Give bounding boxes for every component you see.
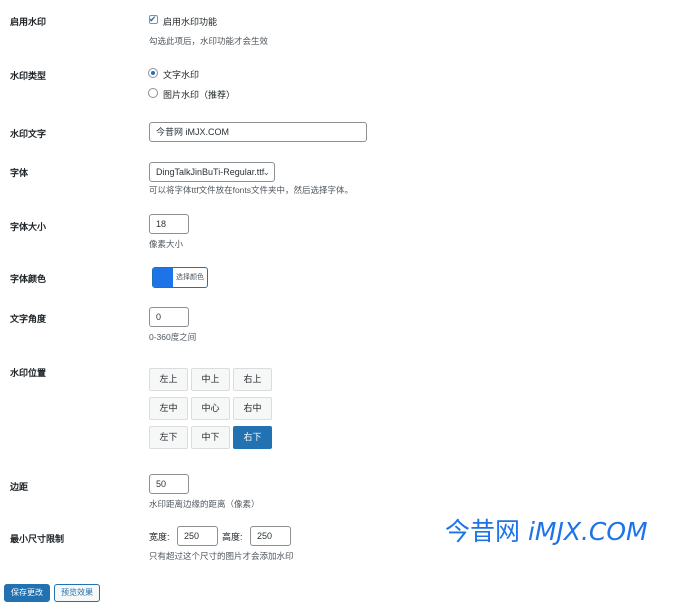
position-bottom-center[interactable]: 中下 — [191, 426, 230, 449]
min-size-label: 最小尺寸限制 — [10, 534, 65, 544]
chevron-down-icon: ⌄ — [262, 167, 270, 177]
position-top-right[interactable]: 右上 — [233, 368, 272, 391]
min-width-label: 宽度: — [149, 532, 170, 542]
font-select[interactable]: DingTalkJinBuTi-Regular.ttf ⌄ — [149, 162, 275, 182]
radio-text-watermark-label[interactable]: 文字水印 — [163, 68, 199, 81]
text-angle-description: 0-360度之间 — [149, 332, 197, 342]
enable-watermark-description: 勾选此项后，水印功能才会生效 — [149, 36, 269, 46]
watermark-type-label: 水印类型 — [10, 71, 47, 81]
min-height-input[interactable]: 250 — [250, 526, 291, 546]
position-middle-left[interactable]: 左中 — [149, 397, 188, 420]
enable-watermark-label: 启用水印 — [10, 17, 47, 27]
watermark-preview-brand: iMJX.COM — [527, 517, 648, 546]
font-size-description: 像素大小 — [149, 239, 184, 249]
position-center[interactable]: 中心 — [191, 397, 230, 420]
margin-description: 水印距离边缘的距离（像素） — [149, 499, 260, 509]
checkmark-icon: ✔ — [149, 14, 157, 24]
min-width-input[interactable]: 250 — [177, 526, 218, 546]
watermark-text-input[interactable]: 今昔网 iMJX.COM — [149, 122, 367, 142]
radio-image-watermark-label[interactable]: 图片水印（推荐） — [163, 88, 235, 101]
position-top-center[interactable]: 中上 — [191, 368, 230, 391]
font-color-label: 字体颜色 — [10, 274, 47, 284]
watermark-position-label: 水印位置 — [10, 368, 47, 378]
text-angle-input[interactable]: 0 — [149, 307, 189, 327]
preview-button[interactable]: 预览效果 — [54, 584, 100, 602]
position-middle-right[interactable]: 右中 — [233, 397, 272, 420]
position-top-left[interactable]: 左上 — [149, 368, 188, 391]
radio-image-watermark[interactable] — [148, 88, 158, 98]
margin-input[interactable]: 50 — [149, 474, 189, 494]
save-button[interactable]: 保存更改 — [4, 584, 50, 602]
font-size-input[interactable]: 18 — [149, 214, 189, 234]
watermark-preview-text: 今昔网 iMJX.COM — [445, 512, 648, 548]
min-height-label: 高度: — [222, 532, 243, 542]
position-bottom-left[interactable]: 左下 — [149, 426, 188, 449]
color-picker-button[interactable]: 选择颜色 — [152, 267, 208, 288]
font-size-label: 字体大小 — [10, 222, 47, 232]
watermark-preview-prefix: 今昔网 — [445, 517, 528, 546]
font-select-value: DingTalkJinBuTi-Regular.ttf — [156, 167, 265, 177]
margin-label: 边距 — [10, 482, 29, 492]
enable-watermark-checkbox-label[interactable]: 启用水印功能 — [163, 15, 217, 28]
color-swatch — [153, 268, 173, 287]
position-bottom-right[interactable]: 右下 — [233, 426, 272, 449]
radio-text-watermark[interactable] — [148, 68, 158, 78]
watermark-text-label: 水印文字 — [10, 129, 47, 139]
min-size-description: 只有超过这个尺寸的图片才会添加水印 — [149, 551, 294, 561]
text-angle-label: 文字角度 — [10, 314, 47, 324]
font-label: 字体 — [10, 168, 29, 178]
color-picker-label: 选择颜色 — [176, 274, 204, 281]
font-description: 可以将字体ttf文件放在fonts文件夹中，然后选择字体。 — [149, 185, 354, 195]
enable-watermark-checkbox[interactable]: ✔ — [149, 14, 158, 24]
